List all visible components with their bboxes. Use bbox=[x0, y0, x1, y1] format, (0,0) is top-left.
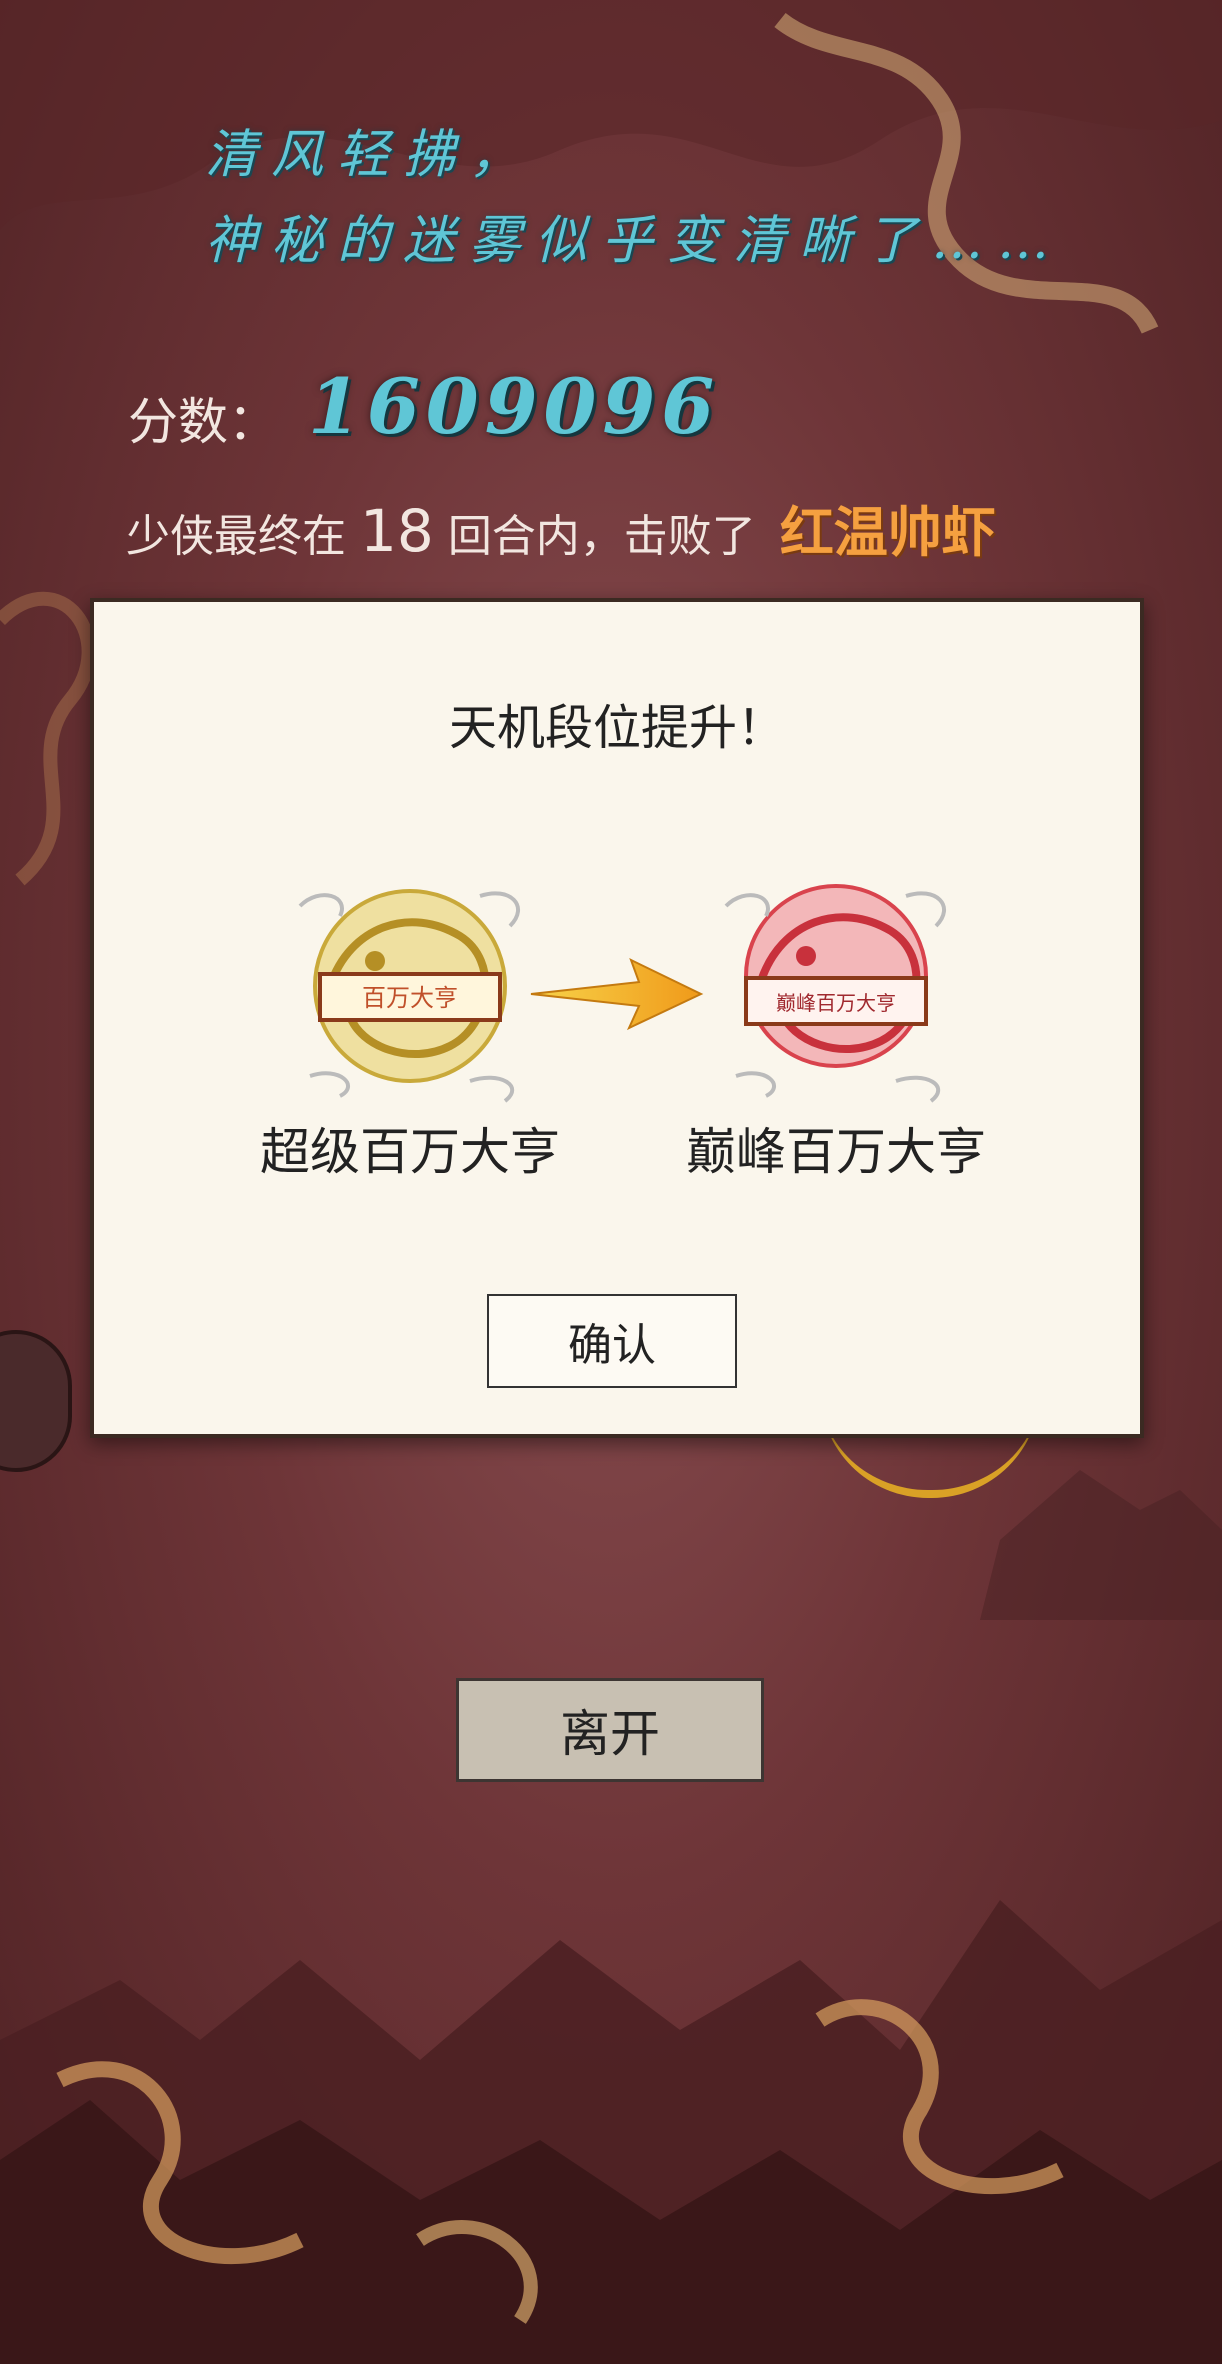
gold-dragon-badge-icon: 百万大亨 bbox=[298, 889, 520, 1103]
result-suffix: 回合内，击败了 bbox=[447, 511, 756, 562]
result-prefix: 少侠最终在 bbox=[126, 511, 346, 562]
score-label: 分数： bbox=[128, 393, 278, 451]
confirm-button[interactable]: 确认 bbox=[487, 1294, 737, 1388]
rank-up-dialog: 天机段位提升！ 百万大亨 巅峰百万大亨 超级百万大亨 巅峰百万大亨 确认 bbox=[90, 598, 1144, 1438]
dialog-title: 天机段位提升！ bbox=[448, 700, 785, 756]
arrow-right-icon bbox=[530, 958, 704, 1031]
red-badge-plaque: 巅峰百万大亨 bbox=[776, 991, 896, 1015]
leave-button[interactable]: 离开 bbox=[456, 1678, 764, 1782]
to-rank-label: 巅峰百万大亨 bbox=[686, 1123, 986, 1181]
banner-line-1: 清风轻拂， bbox=[205, 125, 536, 185]
gold-badge-plaque: 百万大亨 bbox=[362, 984, 458, 1012]
banner-line-2: 神秘的迷雾似乎变清晰了…… bbox=[205, 211, 1064, 271]
from-rank-label: 超级百万大亨 bbox=[260, 1123, 560, 1181]
result-rounds: 18 bbox=[360, 497, 434, 565]
score-value: 1609096 bbox=[308, 362, 721, 451]
result-line: 少侠最终在 18 回合内，击败了 红温帅虾 bbox=[126, 488, 996, 567]
boss-name: 红温帅虾 bbox=[779, 501, 996, 564]
red-dragon-badge-icon: 巅峰百万大亨 bbox=[724, 884, 946, 1103]
